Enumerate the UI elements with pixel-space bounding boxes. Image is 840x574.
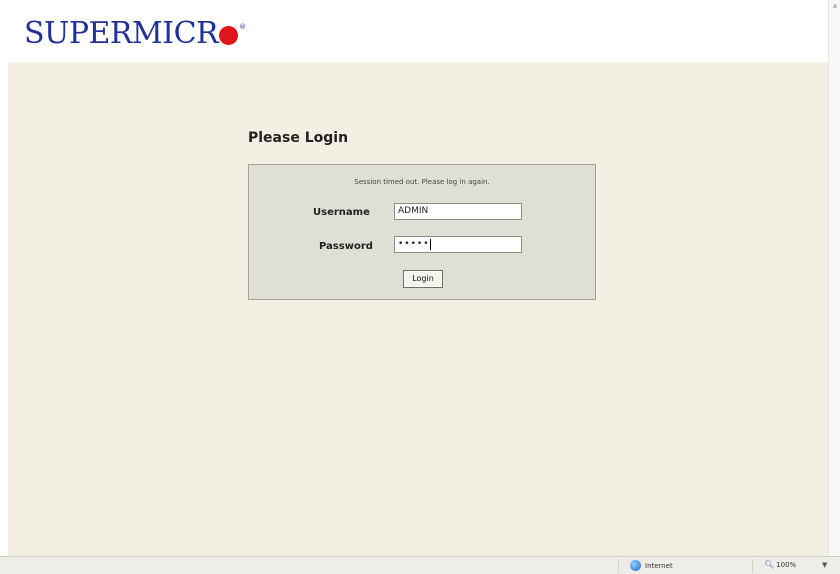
globe-icon <box>630 560 641 571</box>
password-label: Password <box>319 241 373 252</box>
login-button[interactable]: Login <box>403 270 443 288</box>
scroll-up-icon[interactable]: ▲ <box>832 3 838 9</box>
page-title: Please Login <box>248 130 349 146</box>
header: SUPERMICR ® <box>0 0 828 62</box>
username-input[interactable]: ADMIN <box>394 203 522 220</box>
security-zone[interactable]: Internet <box>630 560 673 571</box>
vertical-scrollbar[interactable]: ▲ <box>828 0 840 556</box>
logo-text: SUPERMICR <box>24 16 219 51</box>
session-message: Session timed out. Please log in again. <box>354 178 490 186</box>
supermicro-logo: SUPERMICR ® <box>24 19 246 49</box>
status-bar: Internet 🔍︎ 100% ▼ <box>0 556 840 574</box>
status-divider <box>752 559 753 573</box>
chevron-down-icon[interactable]: ▼ <box>822 561 827 569</box>
zoom-level: 100% <box>776 560 797 569</box>
zoom-control[interactable]: 🔍︎ 100% <box>764 560 796 569</box>
logo-dot-icon <box>219 25 239 45</box>
password-mask: ••••• <box>398 239 430 249</box>
username-label: Username <box>313 207 370 218</box>
text-caret <box>429 239 431 250</box>
content-area <box>8 62 828 556</box>
login-form: Session timed out. Please log in again. … <box>248 164 596 300</box>
password-input[interactable]: ••••• <box>394 236 522 253</box>
zone-label: Internet <box>645 561 673 570</box>
login-page: SUPERMICR ® ▲ Please Login Session timed… <box>0 0 840 574</box>
logo-registered-mark: ® <box>239 23 247 31</box>
magnifier-icon: 🔍︎ <box>764 560 775 569</box>
status-divider <box>618 559 619 573</box>
